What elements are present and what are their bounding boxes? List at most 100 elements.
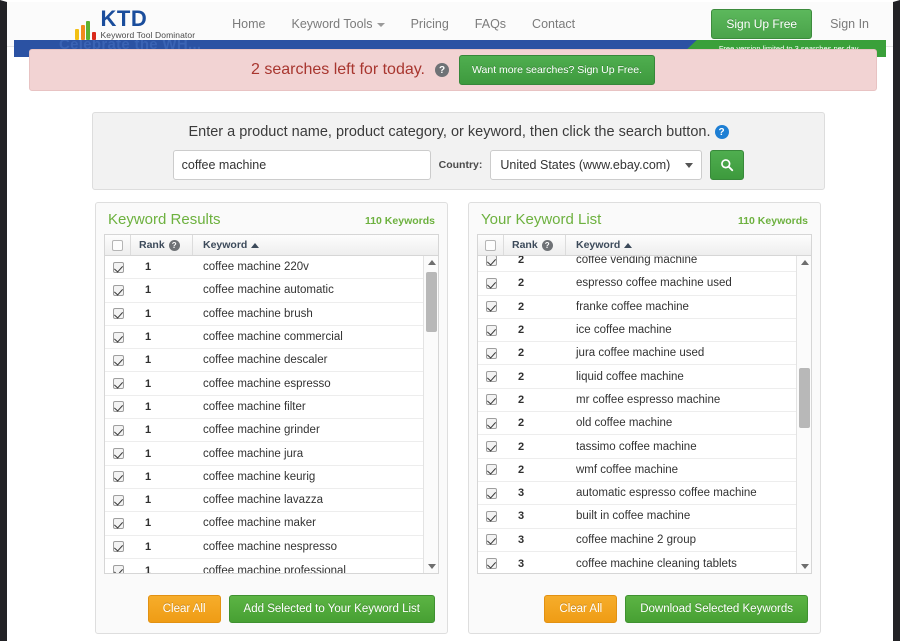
nav-item-contact[interactable]: Contact bbox=[520, 11, 587, 37]
table-row[interactable]: 1 coffee machine brush bbox=[105, 303, 423, 326]
table-row[interactable]: 2 mr coffee espresso machine bbox=[478, 389, 796, 413]
row-checkbox[interactable] bbox=[112, 331, 124, 343]
table-row[interactable]: 2 jura coffee machine used bbox=[478, 342, 796, 366]
table-row[interactable]: 2 coffee vending machine bbox=[478, 256, 796, 273]
row-checkbox[interactable] bbox=[112, 517, 124, 529]
table-row[interactable]: 1 coffee machine grinder bbox=[105, 419, 423, 443]
row-checkbox[interactable] bbox=[112, 354, 124, 366]
row-keyword: coffee machine filter bbox=[203, 400, 306, 413]
table-row[interactable]: 2 wmf coffee machine bbox=[478, 459, 796, 482]
scroll-down-arrow-icon[interactable] bbox=[797, 560, 811, 573]
row-checkbox[interactable] bbox=[485, 347, 497, 359]
row-checkbox[interactable] bbox=[485, 371, 497, 383]
table-row[interactable]: 2 espresso coffee machine used bbox=[478, 272, 796, 296]
table-row[interactable]: 2 ice coffee machine bbox=[478, 319, 796, 343]
results-scrollbar[interactable] bbox=[423, 256, 438, 573]
want-more-searches-button[interactable]: Want more searches? Sign Up Free. bbox=[459, 55, 656, 85]
row-checkbox[interactable] bbox=[112, 541, 124, 553]
table-row[interactable]: 3 coffee machine cleaning tablets bbox=[478, 552, 796, 573]
table-row[interactable]: 1 coffee machine keurig bbox=[105, 466, 423, 489]
clear-all-list-button[interactable]: Clear All bbox=[544, 595, 618, 623]
table-row[interactable]: 1 coffee machine automatic bbox=[105, 279, 423, 303]
your-keyword-list-panel: Your Keyword List 110 Keywords Rank ? Ke… bbox=[468, 202, 821, 634]
scroll-up-arrow-icon[interactable] bbox=[424, 256, 438, 269]
nav-item-home[interactable]: Home bbox=[220, 11, 277, 37]
clear-all-results-button[interactable]: Clear All bbox=[147, 595, 221, 623]
row-rank: 1 bbox=[145, 400, 152, 413]
row-keyword: franke coffee machine bbox=[576, 300, 689, 313]
row-checkbox[interactable] bbox=[485, 324, 497, 336]
row-checkbox[interactable] bbox=[112, 378, 124, 390]
row-checkbox[interactable] bbox=[485, 256, 497, 266]
row-checkbox[interactable] bbox=[485, 441, 497, 453]
table-row[interactable]: 1 coffee machine jura bbox=[105, 442, 423, 466]
row-checkbox[interactable] bbox=[485, 301, 497, 313]
table-row[interactable]: 1 coffee machine nespresso bbox=[105, 536, 423, 559]
nav-item-faqs[interactable]: FAQs bbox=[463, 11, 518, 37]
site-logo[interactable]: KTD Keyword Tool Dominator bbox=[75, 8, 195, 40]
table-row[interactable]: 1 coffee machine commercial bbox=[105, 326, 423, 350]
table-row[interactable]: 1 coffee machine professional bbox=[105, 559, 423, 573]
table-row[interactable]: 1 coffee machine lavazza bbox=[105, 489, 423, 513]
row-checkbox[interactable] bbox=[112, 494, 124, 506]
row-checkbox[interactable] bbox=[112, 471, 124, 483]
table-row[interactable]: 2 liquid coffee machine bbox=[478, 365, 796, 389]
row-checkbox[interactable] bbox=[112, 284, 124, 296]
row-checkbox[interactable] bbox=[485, 487, 497, 499]
row-checkbox[interactable] bbox=[485, 464, 497, 476]
results-column-rank[interactable]: Rank ? bbox=[131, 235, 193, 255]
download-selected-keywords-button[interactable]: Download Selected Keywords bbox=[625, 595, 808, 623]
row-checkbox[interactable] bbox=[112, 261, 124, 273]
add-selected-button[interactable]: Add Selected to Your Keyword List bbox=[228, 595, 435, 623]
row-checkbox[interactable] bbox=[112, 308, 124, 320]
list-scrollbar[interactable] bbox=[796, 256, 811, 573]
list-column-rank[interactable]: Rank ? bbox=[504, 235, 566, 255]
table-row[interactable]: 1 coffee machine descaler bbox=[105, 349, 423, 373]
country-select[interactable]: United States (www.ebay.com) bbox=[490, 150, 703, 180]
table-row[interactable]: 3 coffee machine 2 group bbox=[478, 529, 796, 552]
question-mark-icon[interactable]: ? bbox=[435, 63, 449, 77]
row-keyword: coffee machine keurig bbox=[203, 470, 316, 483]
scroll-down-arrow-icon[interactable] bbox=[424, 560, 438, 573]
row-checkbox[interactable] bbox=[112, 565, 124, 573]
your-keyword-list-rows[interactable]: 2 coffee vending machine 2 espresso coffee … bbox=[477, 256, 812, 574]
nav-item-pricing[interactable]: Pricing bbox=[399, 11, 461, 37]
select-all-list-checkbox[interactable] bbox=[478, 235, 504, 255]
sign-in-button[interactable]: Sign In bbox=[818, 10, 881, 38]
table-row[interactable]: 1 coffee machine 220v bbox=[105, 256, 423, 280]
rank-question-mark-icon[interactable]: ? bbox=[541, 239, 553, 251]
table-row[interactable]: 1 coffee machine maker bbox=[105, 512, 423, 536]
row-checkbox[interactable] bbox=[485, 558, 497, 569]
row-checkbox-cell bbox=[105, 471, 131, 483]
search-input[interactable] bbox=[172, 150, 431, 180]
table-row[interactable]: 1 coffee machine filter bbox=[105, 396, 423, 420]
results-column-keyword[interactable]: Keyword bbox=[193, 235, 438, 255]
table-row[interactable]: 2 old coffee machine bbox=[478, 412, 796, 436]
table-row[interactable]: 2 franke coffee machine bbox=[478, 296, 796, 319]
scroll-up-arrow-icon[interactable] bbox=[797, 256, 811, 269]
search-help-question-mark-icon[interactable]: ? bbox=[714, 125, 729, 140]
table-row[interactable]: 2 tassimo coffee machine bbox=[478, 435, 796, 459]
row-checkbox[interactable] bbox=[485, 510, 497, 522]
sign-up-free-button[interactable]: Sign Up Free bbox=[711, 9, 813, 39]
row-keyword: coffee machine brush bbox=[203, 307, 313, 320]
list-scrollbar-thumb[interactable] bbox=[799, 368, 810, 428]
row-checkbox[interactable] bbox=[112, 401, 124, 413]
row-checkbox[interactable] bbox=[485, 277, 497, 289]
table-row[interactable]: 3 built in coffee machine bbox=[478, 505, 796, 529]
nav-item-keyword-tools[interactable]: Keyword Tools bbox=[280, 11, 397, 37]
row-checkbox[interactable] bbox=[485, 417, 497, 429]
row-checkbox[interactable] bbox=[112, 424, 124, 436]
select-all-results-checkbox[interactable] bbox=[105, 235, 131, 255]
row-checkbox[interactable] bbox=[485, 534, 497, 546]
row-checkbox[interactable] bbox=[485, 394, 497, 406]
row-rank: 1 bbox=[145, 424, 152, 437]
results-scrollbar-thumb[interactable] bbox=[426, 272, 437, 332]
search-button[interactable] bbox=[710, 150, 745, 180]
keyword-results-rows[interactable]: 1 coffee machine 220v 1 coffee machine auto… bbox=[104, 256, 439, 574]
table-row[interactable]: 1 coffee machine espresso bbox=[105, 372, 423, 396]
table-row[interactable]: 3 automatic espresso coffee machine bbox=[478, 482, 796, 506]
list-column-keyword[interactable]: Keyword bbox=[566, 235, 811, 255]
rank-question-mark-icon[interactable]: ? bbox=[168, 239, 180, 251]
row-checkbox[interactable] bbox=[112, 448, 124, 460]
